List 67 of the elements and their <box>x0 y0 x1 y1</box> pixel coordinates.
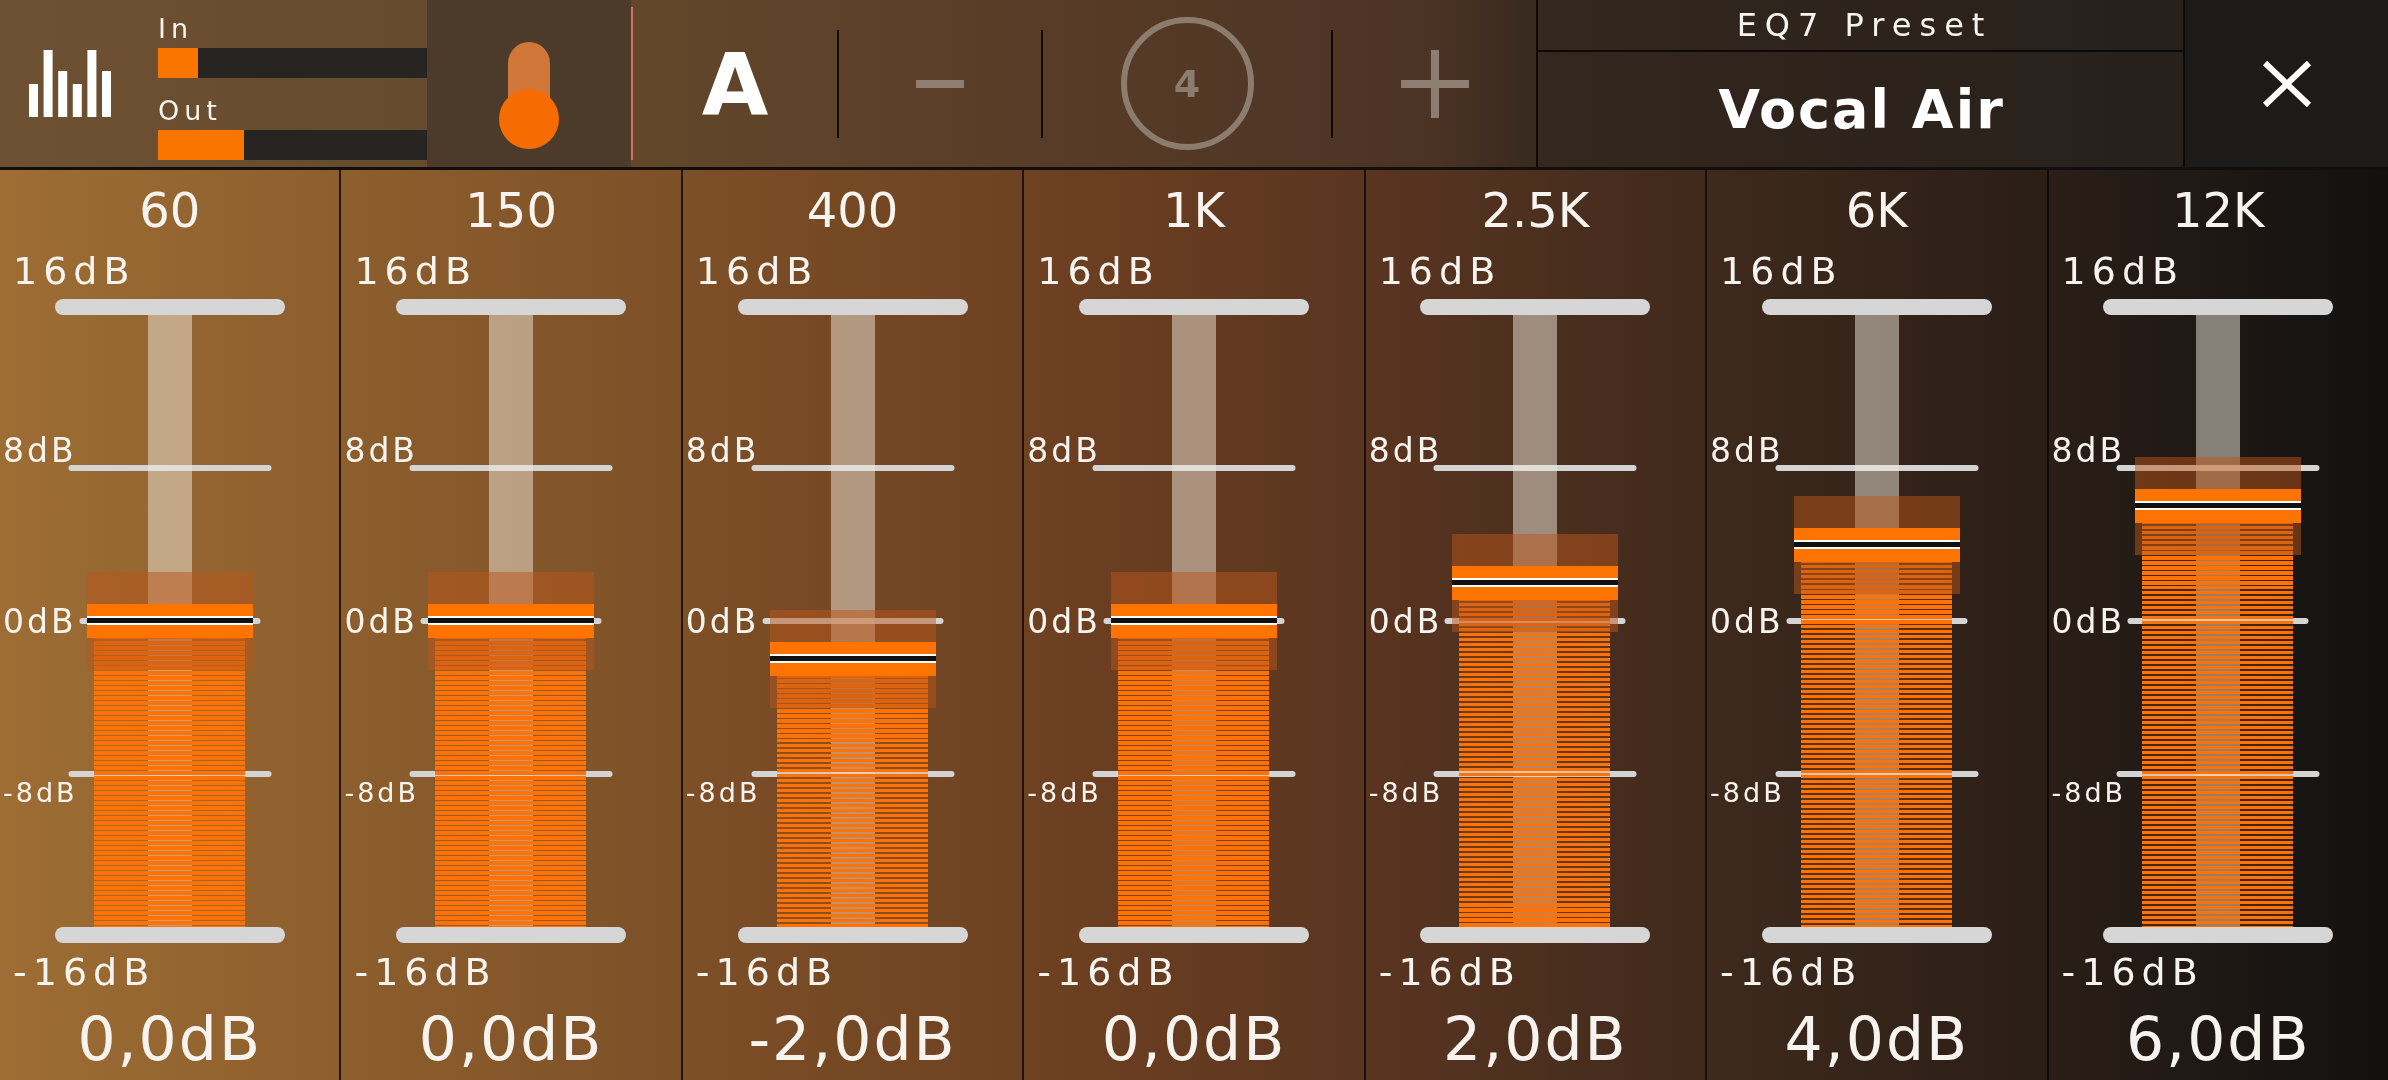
frequency-label: 2.5K <box>1481 186 1590 234</box>
scale-label: -16dB <box>13 953 156 991</box>
meter-label: In <box>158 15 194 42</box>
slider-thumb[interactable] <box>428 572 595 670</box>
slider-thumb[interactable] <box>1793 495 1960 594</box>
frequency-label: 12K <box>2171 186 2265 234</box>
scale-label: 0dB <box>685 604 760 638</box>
scale-label: -16dB <box>695 953 839 991</box>
slot-button[interactable]: A <box>633 0 837 167</box>
close-icon <box>2261 59 2312 108</box>
scale-label: 8dB <box>1027 433 1101 467</box>
scale-label: 8dB <box>344 433 418 467</box>
equalizer-icon[interactable] <box>29 50 111 117</box>
preset-number: 4 <box>1120 17 1254 150</box>
preset-name-button[interactable]: Vocal Air <box>1538 52 2183 167</box>
scale-label: 0dB <box>2051 604 2126 638</box>
scale-label: 8dB <box>1368 433 1443 467</box>
gain-value: -2,0dB <box>748 1009 957 1069</box>
scale-label: 16dB <box>1037 252 1160 290</box>
scale-label: 16dB <box>1720 252 1843 290</box>
preset-title: EQ7 Preset <box>1538 0 2183 52</box>
scale-label: 0dB <box>1368 604 1443 638</box>
scale-label: -8dB <box>1027 778 1102 806</box>
frequency-label: 60 <box>139 186 201 234</box>
slider-thumb[interactable] <box>1452 533 1619 632</box>
frequency-label: 6K <box>1845 186 1908 234</box>
frequency-label: 400 <box>806 186 899 234</box>
slider-thumb[interactable] <box>2135 457 2302 556</box>
gain-value: 0,0dB <box>77 1009 263 1069</box>
scale-label: -8dB <box>2051 778 2127 806</box>
scale-label: -16dB <box>1378 953 1521 991</box>
scale-label: 8dB <box>3 433 77 467</box>
gain-value: 0,0dB <box>1101 1009 1287 1069</box>
scale-label: -16dB <box>1720 953 1863 991</box>
meter-label: Out <box>158 97 222 124</box>
gain-value: 6,0dB <box>2125 1009 2311 1069</box>
scale-label: 0dB <box>344 604 418 638</box>
scale-label: -8dB <box>3 778 78 806</box>
scale-label: -8dB <box>1710 778 1785 806</box>
scale-label: -8dB <box>1368 778 1444 806</box>
scale-label: -8dB <box>685 778 761 806</box>
frequency-label: 150 <box>465 186 557 234</box>
slider-thumb[interactable] <box>1110 572 1277 670</box>
scale-label: 8dB <box>2051 433 2126 467</box>
gain-value: 0,0dB <box>418 1009 604 1069</box>
slider-thumb[interactable] <box>769 610 936 709</box>
scale-label: 16dB <box>2061 252 2185 290</box>
scale-label: 8dB <box>685 433 760 467</box>
toggle-switch[interactable] <box>427 0 631 167</box>
frequency-label: 1K <box>1162 186 1225 234</box>
scale-label: -16dB <box>354 953 497 991</box>
scale-label: -16dB <box>2061 953 2204 991</box>
scale-label: 0dB <box>1710 604 1784 638</box>
gain-value: 4,0dB <box>1784 1009 1970 1069</box>
scale-label: 16dB <box>695 252 819 290</box>
scale-label: 0dB <box>3 604 77 638</box>
scale-label: 16dB <box>1378 252 1502 290</box>
gain-value: 2,0dB <box>1443 1009 1628 1069</box>
scale-label: 16dB <box>354 252 477 290</box>
plus-icon <box>1400 49 1469 118</box>
scale-label: 8dB <box>1710 433 1784 467</box>
slider-thumb[interactable] <box>86 572 253 670</box>
scale-label: 16dB <box>13 252 136 290</box>
scale-label: -16dB <box>1037 953 1180 991</box>
minus-icon <box>916 79 964 88</box>
scale-label: 0dB <box>1027 604 1101 638</box>
scale-label: -8dB <box>344 778 419 806</box>
